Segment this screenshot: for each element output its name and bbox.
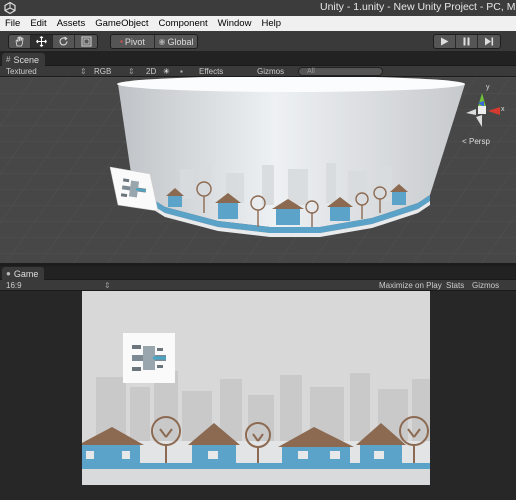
stats-toggle[interactable]: Stats xyxy=(446,281,464,290)
menu-file[interactable]: File xyxy=(0,18,25,29)
scale-icon xyxy=(81,36,91,47)
cylinder-background xyxy=(117,77,465,237)
move-icon xyxy=(36,36,47,47)
lighting-toggle-icon[interactable]: ✳ xyxy=(163,67,170,76)
hand-tool-button[interactable] xyxy=(9,35,31,48)
pause-icon xyxy=(463,37,470,46)
game-panel xyxy=(0,291,516,500)
hand-icon xyxy=(15,36,24,47)
menu-assets[interactable]: Assets xyxy=(52,18,91,29)
unity-logo-icon xyxy=(4,2,16,14)
tab-scene[interactable]: # Scene xyxy=(2,53,45,66)
mode-2d-toggle[interactable]: 2D xyxy=(146,67,156,76)
pivot-label: Pivot xyxy=(124,36,145,47)
spaceship-sprite xyxy=(123,333,175,383)
global-label: Global xyxy=(167,36,194,47)
render-mode-dropdown[interactable]: RGB xyxy=(94,67,111,76)
menu-help[interactable]: Help xyxy=(256,18,286,29)
rotate-icon xyxy=(59,36,68,46)
gizmo-x-label: x xyxy=(501,106,505,113)
global-button[interactable]: ◉ Global xyxy=(155,35,197,48)
play-icon xyxy=(441,37,449,46)
menu-component[interactable]: Component xyxy=(154,18,213,29)
shading-dropdown-arrow-icon: ⇕ xyxy=(80,67,87,76)
scene-tab-strip: # Scene xyxy=(0,52,516,66)
pivot-icon: ▪ xyxy=(120,37,123,46)
game-view[interactable] xyxy=(82,291,430,485)
scene-tab-label: Scene xyxy=(13,54,39,65)
play-button[interactable] xyxy=(434,35,456,48)
game-tab-strip: ● Game xyxy=(0,266,516,280)
aspect-dropdown[interactable]: 16:9 xyxy=(6,281,22,290)
scene-canvas[interactable]: y x < Persp xyxy=(0,77,516,263)
scene-view[interactable]: y x < Persp xyxy=(0,77,516,263)
persp-label[interactable]: Persp xyxy=(469,137,490,146)
game-options-bar: 16:9 ⇕ Maximize on Play Stats Gizmos xyxy=(0,280,516,291)
playback-controls xyxy=(433,34,501,49)
tab-game[interactable]: ● Game xyxy=(2,267,45,280)
main-toolbar: ▪ Pivot ◉ Global xyxy=(0,31,516,52)
pivot-toggles: ▪ Pivot ◉ Global xyxy=(110,34,198,49)
pause-button[interactable] xyxy=(456,35,478,48)
menu-edit[interactable]: Edit xyxy=(25,18,51,29)
aspect-dropdown-arrow-icon: ⇕ xyxy=(104,281,111,290)
scene-tab-icon: # xyxy=(6,55,11,64)
game-render xyxy=(82,291,430,485)
pivot-button[interactable]: ▪ Pivot xyxy=(111,35,155,48)
menu-bar: File Edit Assets GameObject Component Wi… xyxy=(0,16,516,31)
gizmos-dropdown[interactable]: Gizmos xyxy=(257,67,284,76)
hierarchy-search-input[interactable]: All xyxy=(298,67,383,76)
effects-dropdown[interactable]: Effects xyxy=(199,67,223,76)
menu-window[interactable]: Window xyxy=(213,18,257,29)
maximize-on-play-toggle[interactable]: Maximize on Play xyxy=(379,281,442,290)
gizmo-y-label: y xyxy=(486,84,490,91)
search-placeholder: All xyxy=(307,68,315,75)
step-icon xyxy=(485,37,494,46)
global-icon: ◉ xyxy=(158,37,166,46)
audio-toggle-icon[interactable]: ▪ xyxy=(180,67,183,76)
persp-label-arrow-icon: < xyxy=(462,137,467,146)
render-dropdown-arrow-icon: ⇕ xyxy=(128,67,135,76)
game-gizmos-toggle[interactable]: Gizmos xyxy=(472,281,499,290)
window-title: Unity - 1.unity - New Unity Project - PC… xyxy=(320,1,516,13)
transform-tools xyxy=(8,34,98,49)
step-button[interactable] xyxy=(478,35,500,48)
title-bar: Unity - 1.unity - New Unity Project - PC… xyxy=(0,0,516,16)
game-tab-label: Game xyxy=(13,268,39,279)
menu-gameobject[interactable]: GameObject xyxy=(90,18,153,29)
move-tool-button[interactable] xyxy=(31,35,53,48)
scale-tool-button[interactable] xyxy=(75,35,97,48)
game-tab-icon: ● xyxy=(6,269,11,278)
rotate-tool-button[interactable] xyxy=(53,35,75,48)
shading-mode-dropdown[interactable]: Textured xyxy=(6,67,37,76)
scene-options-bar: Textured ⇕ RGB ⇕ 2D ✳ ▪ Effects Gizmos A… xyxy=(0,66,516,77)
